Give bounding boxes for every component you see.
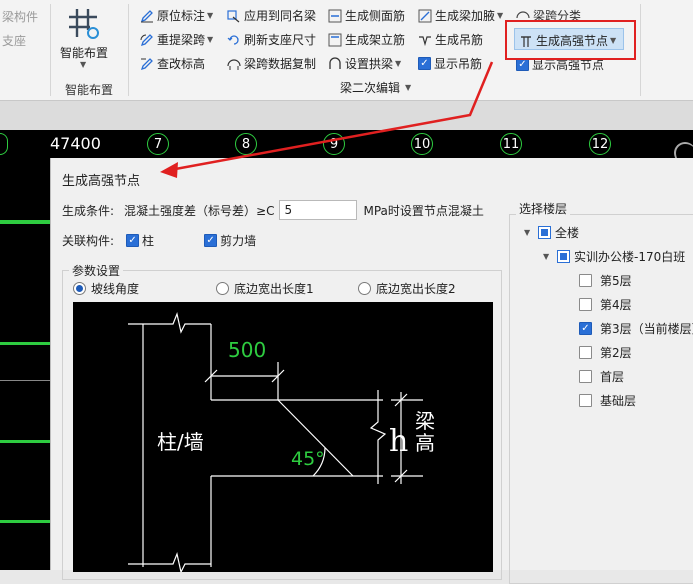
annotation-arrow <box>160 61 494 178</box>
